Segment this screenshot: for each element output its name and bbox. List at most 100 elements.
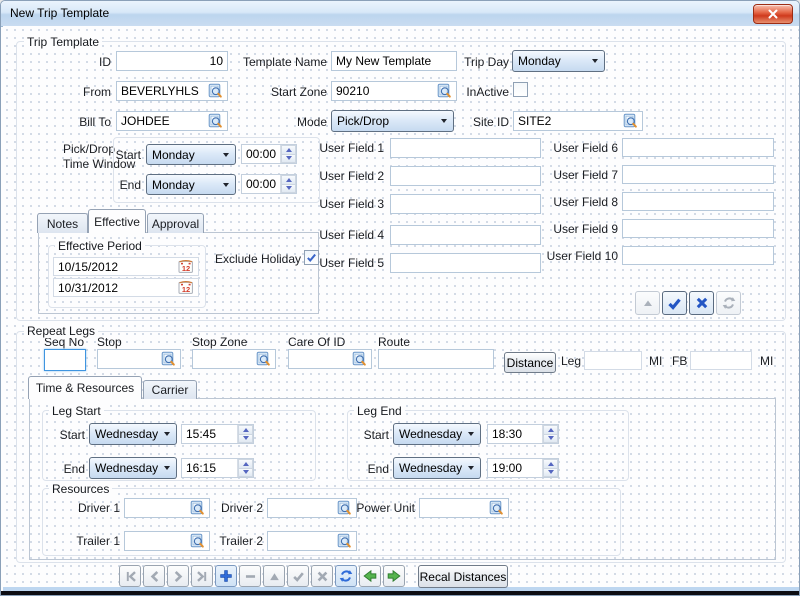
spin-down-icon[interactable] [281,154,296,164]
cancel-button[interactable] [689,291,714,315]
user-field-1[interactable] [390,138,541,158]
leg-end-end-time-field[interactable]: 19:00 [487,458,559,478]
leg-start-end-day-select[interactable]: Wednesday [89,457,177,479]
spin-down-icon[interactable] [543,468,558,478]
tab-carrier[interactable]: Carrier [143,380,197,399]
spin-down-icon[interactable] [543,434,558,444]
next-record-button[interactable] [167,565,189,587]
from-field[interactable]: BEVERLYHLS [116,81,228,101]
leg-start-start-day-select[interactable]: Wednesday [89,423,177,445]
delete-record-button[interactable] [239,565,261,587]
prev-record-button[interactable] [143,565,165,587]
exclude-holiday-checkbox[interactable] [304,250,319,265]
lookup-icon[interactable] [352,351,367,367]
first-record-button[interactable] [119,565,141,587]
start-zone-field[interactable]: 90210 [331,81,457,101]
save-record-button[interactable] [287,565,309,587]
trip-day-select[interactable]: Monday [512,50,605,72]
driver1-label: Driver 1 [56,501,120,515]
add-record-button[interactable] [215,565,237,587]
trailer2-field[interactable] [267,531,357,551]
accept-button[interactable] [662,291,687,315]
lookup-icon[interactable] [208,113,223,129]
site-id-field[interactable]: SITE2 [513,111,643,131]
next-leg-button[interactable] [383,565,405,587]
driver1-field[interactable] [124,498,210,518]
effective-to-date-field[interactable]: 10/31/2012 12 [53,278,199,297]
user-field-8[interactable] [622,192,774,211]
bill-to-field[interactable]: JOHDEE [116,111,228,131]
stop-field[interactable] [97,349,181,369]
last-record-button[interactable] [191,565,213,587]
user-field-9[interactable] [622,219,774,238]
tw-start-time-field[interactable]: 00:00 [241,144,297,164]
spin-up-icon[interactable] [238,425,253,434]
spin-down-icon[interactable] [238,468,253,478]
mode-select[interactable]: Pick/Drop [331,110,454,132]
tab-effective[interactable]: Effective [88,209,146,233]
lookup-icon[interactable] [489,500,504,516]
calendar-icon[interactable]: 12 [178,280,194,295]
power-unit-field[interactable] [419,498,509,518]
route-field[interactable] [378,349,494,369]
spin-up-icon[interactable] [543,425,558,434]
template-name-field[interactable]: My New Template [331,51,457,71]
user-field-3[interactable] [390,194,541,214]
leg-end-start-time-field[interactable]: 18:30 [487,424,559,444]
spin-down-icon[interactable] [281,184,296,194]
user-field-5[interactable] [390,253,541,273]
spin-up-icon[interactable] [281,145,296,154]
tab-notes[interactable]: Notes [37,213,88,233]
refresh-button[interactable] [335,565,357,587]
leg-start-end-time-field[interactable]: 16:15 [181,458,254,478]
close-button[interactable] [753,4,793,24]
tw-end-day-select[interactable]: Monday [146,174,236,195]
leg-end-start-day-select[interactable]: Wednesday [393,423,481,445]
lookup-icon[interactable] [337,500,352,516]
prev-leg-button[interactable] [359,565,381,587]
id-field[interactable]: 10 [116,51,228,71]
tab-time-resources[interactable]: Time & Resources [28,376,142,399]
tab-carrier-label: Carrier [152,383,189,397]
lookup-icon[interactable] [337,533,352,549]
leg-end-end-day-select[interactable]: Wednesday [393,457,481,479]
leg-start-start-time-field[interactable]: 15:45 [181,424,254,444]
user-field-6[interactable] [622,138,774,157]
spin-up-icon[interactable] [281,175,296,184]
leg-end-start-day-value: Wednesday [399,427,462,441]
recal-distances-button[interactable]: Recal Distances [418,565,508,588]
refresh-button-header[interactable] [716,291,741,315]
seq-no-field[interactable] [44,349,86,371]
lookup-icon[interactable] [208,83,223,99]
leg-end-end-time-value: 19:00 [492,461,522,475]
user-field-4[interactable] [390,225,541,245]
collapse-button[interactable] [635,291,660,315]
trailer1-field[interactable] [124,531,210,551]
care-of-id-field[interactable] [288,349,372,369]
spin-up-icon[interactable] [543,459,558,468]
driver2-field[interactable] [267,498,357,518]
repeat-legs-group-label: Repeat Legs [24,324,98,338]
stop-zone-field[interactable] [192,349,276,369]
tab-approval[interactable]: Approval [147,213,204,233]
distance-button[interactable]: Distance [504,352,556,373]
edit-record-button[interactable] [263,565,285,587]
lookup-icon[interactable] [256,351,271,367]
lookup-icon[interactable] [161,351,176,367]
spin-up-icon[interactable] [238,459,253,468]
x-icon [695,296,709,310]
leg-field[interactable] [584,351,642,370]
user-field-7[interactable] [622,165,774,184]
lookup-icon[interactable] [623,113,638,129]
cancel-edit-button[interactable] [311,565,333,587]
calendar-icon[interactable]: 12 [178,259,194,274]
chevron-down-icon [441,119,447,123]
tw-start-day-select[interactable]: Monday [146,144,236,165]
user-field-2[interactable] [390,166,541,186]
effective-from-date-field[interactable]: 10/15/2012 12 [53,257,199,276]
spin-down-icon[interactable] [238,434,253,444]
user-field-10[interactable] [622,246,774,265]
fb-field[interactable] [690,351,752,370]
tw-end-time-field[interactable]: 00:00 [241,174,297,194]
inactive-checkbox[interactable] [513,82,528,97]
